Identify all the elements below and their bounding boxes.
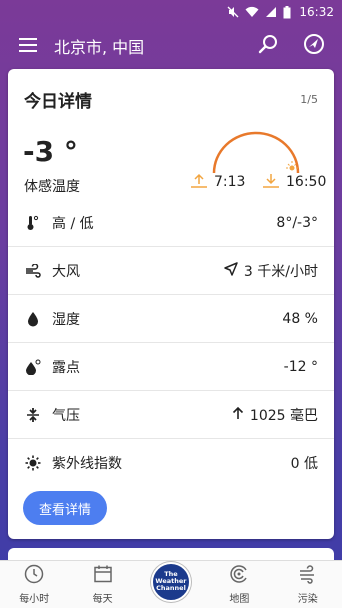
row-label: 气压 (52, 407, 80, 424)
nav-label: 每天 (92, 594, 113, 605)
uv-icon (24, 454, 42, 472)
status-time: 16:32 (299, 5, 334, 19)
row-value: 1025 毫巴 (232, 405, 318, 425)
wind-speed: 3 千米/小时 (243, 263, 318, 280)
row-uv-index: 紫外线指数 0 低 (8, 439, 334, 487)
wind-direction-icon (224, 261, 238, 280)
today-details-card: 今日详情 1/5 -3 ° 体感温度 7:13 16:50 高 / 低 8°/-… (8, 69, 334, 539)
row-label: 湿度 (52, 311, 80, 328)
calendar-icon (93, 564, 113, 588)
mute-icon (227, 6, 239, 18)
bottom-nav: 每小时 每天 The Weather Channel 地图 污染 (0, 560, 342, 608)
row-label: 紫外线指数 (52, 456, 122, 472)
nav-label: 地图 (229, 594, 250, 605)
nav-daily[interactable]: 每天 (73, 564, 133, 605)
wind-icon (24, 262, 42, 280)
nav-label: 每小时 (19, 594, 50, 605)
pressure-value: 1025 毫巴 (249, 407, 318, 424)
card-title: 今日详情 (24, 92, 92, 112)
row-label: 露点 (52, 359, 80, 376)
row-label: 大风 (52, 263, 80, 280)
menu-button[interactable] (10, 28, 46, 64)
row-label: 高 / 低 (52, 215, 94, 232)
nav-home-logo[interactable]: The Weather Channel (141, 561, 201, 602)
row-high-low: 高 / 低 8°/-3° (8, 199, 334, 247)
row-value: -12 ° (283, 358, 318, 375)
row-value: 3 千米/小时 (224, 261, 318, 281)
status-bar: 16:32 (0, 0, 342, 24)
dew-point-icon (24, 358, 42, 376)
sunrise-time: 7:13 (214, 174, 246, 190)
row-wind: 大风 3 千米/小时 (8, 247, 334, 295)
nav-map[interactable]: 地图 (209, 564, 269, 605)
pressure-icon (24, 406, 42, 424)
row-value: 8°/-3° (276, 214, 318, 231)
sunrise: 7:13 (190, 172, 245, 192)
wifi-icon (245, 6, 259, 18)
details-list: 高 / 低 8°/-3° 大风 3 千米/小时 湿度 48 % 露点 -12 °… (8, 199, 334, 487)
feels-like-temperature: -3 ° (23, 135, 78, 168)
card-page-indicator: 1/5 (300, 93, 318, 106)
sunset-arrow-icon (262, 172, 280, 192)
nav-label: 污染 (297, 594, 318, 605)
feels-like-label: 体感温度 (24, 179, 80, 195)
map-radar-icon (229, 564, 249, 588)
sunrise-arrow-icon (190, 172, 208, 192)
nav-pollution[interactable]: 污染 (278, 564, 338, 605)
sun-arc-icon (212, 131, 300, 174)
search-button[interactable] (250, 28, 286, 64)
search-icon (258, 34, 278, 58)
pollution-icon (298, 564, 318, 588)
arrow-up-icon (232, 406, 244, 424)
sunset-time: 16:50 (286, 174, 327, 190)
weather-channel-logo: The Weather Channel (150, 561, 191, 602)
sunset: 16:50 (262, 172, 326, 192)
humidity-icon (24, 310, 42, 328)
thermometer-icon (24, 214, 42, 232)
row-dew-point: 露点 -12 ° (8, 343, 334, 391)
location-title[interactable]: 北京市, 中国 (54, 34, 250, 58)
location-button[interactable] (296, 28, 332, 64)
row-pressure: 气压 1025 毫巴 (8, 391, 334, 439)
row-value: 48 % (282, 310, 318, 327)
battery-icon (283, 5, 291, 19)
nav-hourly[interactable]: 每小时 (4, 564, 64, 605)
row-value: 0 低 (290, 456, 318, 472)
app-bar: 北京市, 中国 (0, 24, 342, 68)
hamburger-icon (19, 37, 37, 56)
row-humidity: 湿度 48 % (8, 295, 334, 343)
clock-icon (24, 564, 44, 588)
signal-icon (265, 6, 277, 18)
radar-icon (303, 33, 325, 59)
view-details-button[interactable]: 查看详情 (23, 491, 107, 525)
